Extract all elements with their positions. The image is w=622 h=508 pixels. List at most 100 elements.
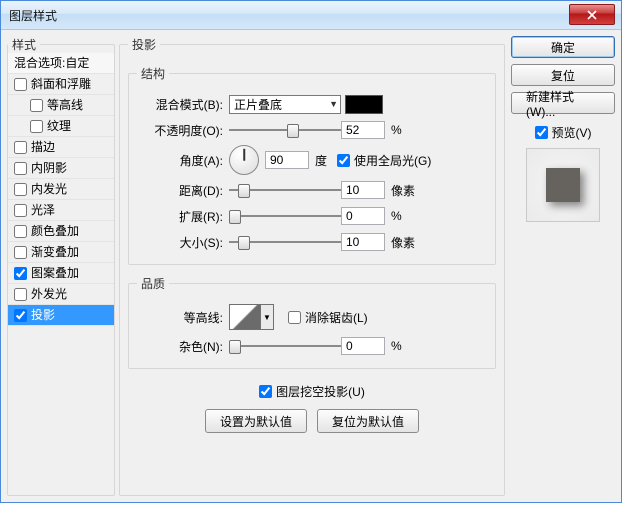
spread-unit: % [391, 209, 402, 223]
preview-checkbox[interactable]: 预览(V) [535, 124, 592, 141]
window-title: 图层样式 [9, 7, 57, 24]
checkbox[interactable] [14, 288, 27, 301]
distance-unit: 像素 [391, 182, 415, 199]
style-item-outer-glow[interactable]: 外发光 [8, 284, 114, 305]
drop-shadow-fieldset: 投影 结构 混合模式(B): 正片叠底 ▼ 不透明度(O): [119, 36, 505, 496]
right-panel: 确定 复位 新建样式(W)... 预览(V) [511, 36, 615, 496]
blend-options-header[interactable]: 混合选项:自定 [8, 53, 114, 74]
checkbox[interactable] [14, 183, 27, 196]
style-item-drop-shadow[interactable]: 投影 [8, 305, 114, 326]
contour-label: 等高线: [137, 309, 229, 326]
checkbox[interactable] [14, 78, 27, 91]
styles-legend: 样式 [8, 36, 40, 53]
dialog-body: 样式 混合选项:自定 斜面和浮雕 等高线 纹理 描边 内阴影 内发光 光泽 颜色… [1, 30, 621, 502]
checkbox[interactable] [14, 246, 27, 259]
checkbox[interactable] [30, 120, 43, 133]
distance-input[interactable] [341, 181, 385, 199]
drop-shadow-legend: 投影 [128, 36, 160, 53]
knockout-checkbox[interactable]: 图层挖空投影(U) [259, 383, 365, 400]
styles-list: 混合选项:自定 斜面和浮雕 等高线 纹理 描边 内阴影 内发光 光泽 颜色叠加 … [8, 53, 114, 326]
antialias-checkbox[interactable]: 消除锯齿(L) [288, 309, 368, 326]
checkbox[interactable] [14, 225, 27, 238]
noise-unit: % [391, 339, 402, 353]
noise-slider[interactable] [229, 338, 341, 354]
structure-legend: 结构 [137, 65, 169, 82]
size-label: 大小(S): [137, 234, 229, 251]
style-item-bevel[interactable]: 斜面和浮雕 [8, 74, 114, 95]
shadow-color-swatch[interactable] [345, 95, 383, 114]
opacity-label: 不透明度(O): [137, 122, 229, 139]
checkbox[interactable] [30, 99, 43, 112]
settings-panel: 投影 结构 混合模式(B): 正片叠底 ▼ 不透明度(O): [119, 36, 505, 496]
checkbox[interactable] [14, 162, 27, 175]
make-default-button[interactable]: 设置为默认值 [205, 409, 307, 433]
preview-box [526, 148, 600, 222]
style-item-inner-glow[interactable]: 内发光 [8, 179, 114, 200]
style-item-contour[interactable]: 等高线 [8, 95, 114, 116]
quality-legend: 品质 [137, 275, 169, 292]
spread-label: 扩展(R): [137, 208, 229, 225]
ok-button[interactable]: 确定 [511, 36, 615, 58]
size-input[interactable] [341, 233, 385, 251]
new-style-button[interactable]: 新建样式(W)... [511, 92, 615, 114]
reset-button[interactable]: 复位 [511, 64, 615, 86]
angle-input[interactable] [265, 151, 309, 169]
style-item-color-overlay[interactable]: 颜色叠加 [8, 221, 114, 242]
chevron-down-icon: ▼ [329, 99, 338, 109]
titlebar[interactable]: 图层样式 [1, 1, 621, 30]
distance-label: 距离(D): [137, 182, 229, 199]
noise-input[interactable] [341, 337, 385, 355]
checkbox[interactable] [337, 154, 350, 167]
angle-label: 角度(A): [137, 152, 229, 169]
opacity-unit: % [391, 123, 402, 137]
spread-slider[interactable] [229, 208, 341, 224]
default-buttons-row: 设置为默认值 复位为默认值 [128, 409, 496, 433]
style-item-inner-shadow[interactable]: 内阴影 [8, 158, 114, 179]
style-item-stroke[interactable]: 描边 [8, 137, 114, 158]
spread-input[interactable] [341, 207, 385, 225]
size-unit: 像素 [391, 234, 415, 251]
angle-unit: 度 [315, 152, 327, 169]
close-button[interactable] [569, 4, 615, 25]
close-icon [587, 10, 597, 20]
noise-label: 杂色(N): [137, 338, 229, 355]
checkbox[interactable] [259, 385, 272, 398]
opacity-row: 不透明度(O): % [137, 118, 487, 142]
spread-row: 扩展(R): % [137, 204, 487, 228]
layer-style-dialog: 图层样式 样式 混合选项:自定 斜面和浮雕 等高线 纹理 描边 内阴影 内发光 … [0, 0, 622, 503]
contour-picker[interactable] [229, 304, 261, 330]
checkbox[interactable] [288, 311, 301, 324]
blend-mode-label: 混合模式(B): [137, 96, 229, 113]
noise-row: 杂色(N): % [137, 334, 487, 358]
checkbox[interactable] [14, 267, 27, 280]
style-item-satin[interactable]: 光泽 [8, 200, 114, 221]
style-item-texture[interactable]: 纹理 [8, 116, 114, 137]
angle-dial[interactable] [229, 145, 259, 175]
style-item-pattern-overlay[interactable]: 图案叠加 [8, 263, 114, 284]
size-slider[interactable] [229, 234, 341, 250]
preview-section: 预览(V) [511, 124, 615, 222]
blend-mode-combo[interactable]: 正片叠底 ▼ [229, 95, 341, 114]
blend-mode-row: 混合模式(B): 正片叠底 ▼ [137, 92, 487, 116]
opacity-input[interactable] [341, 121, 385, 139]
size-row: 大小(S): 像素 [137, 230, 487, 254]
structure-group: 结构 混合模式(B): 正片叠底 ▼ 不透明度(O): % [128, 65, 496, 265]
styles-panel: 样式 混合选项:自定 斜面和浮雕 等高线 纹理 描边 内阴影 内发光 光泽 颜色… [7, 36, 115, 496]
distance-row: 距离(D): 像素 [137, 178, 487, 202]
angle-row: 角度(A): 度 使用全局光(G) [137, 144, 487, 176]
checkbox[interactable] [535, 126, 548, 139]
checkbox[interactable] [14, 309, 27, 322]
opacity-slider[interactable] [229, 122, 341, 138]
preview-swatch [546, 168, 580, 202]
quality-group: 品质 等高线: ▼ 消除锯齿(L) 杂色(N): % [128, 275, 496, 369]
global-light-checkbox[interactable]: 使用全局光(G) [337, 152, 431, 169]
contour-dropdown[interactable]: ▼ [261, 304, 274, 330]
distance-slider[interactable] [229, 182, 341, 198]
contour-row: 等高线: ▼ 消除锯齿(L) [137, 302, 487, 332]
checkbox[interactable] [14, 141, 27, 154]
knockout-row: 图层挖空投影(U) [128, 379, 496, 403]
checkbox[interactable] [14, 204, 27, 217]
reset-default-button[interactable]: 复位为默认值 [317, 409, 419, 433]
styles-fieldset: 样式 混合选项:自定 斜面和浮雕 等高线 纹理 描边 内阴影 内发光 光泽 颜色… [7, 36, 115, 496]
style-item-gradient-overlay[interactable]: 渐变叠加 [8, 242, 114, 263]
